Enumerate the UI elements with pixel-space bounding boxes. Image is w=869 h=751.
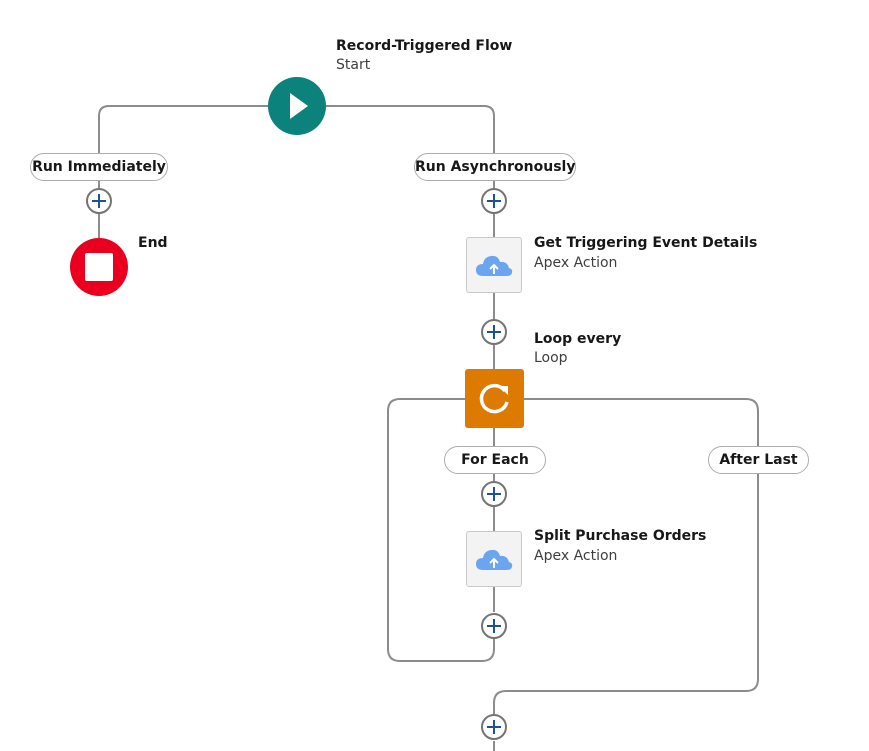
play-icon xyxy=(290,93,308,119)
run-immediately-path-label[interactable]: Run Immediately xyxy=(30,153,168,181)
add-element-button[interactable] xyxy=(481,714,507,740)
start-node-title: Record-Triggered Flow xyxy=(336,38,513,54)
stop-icon xyxy=(85,253,113,281)
add-element-button[interactable] xyxy=(481,188,507,214)
add-element-button[interactable] xyxy=(86,188,112,214)
plus-icon xyxy=(487,325,501,339)
split-purchase-orders-node[interactable] xyxy=(466,531,522,587)
flow-canvas: Record-Triggered Flow Start Run Immediat… xyxy=(0,0,869,751)
plus-icon xyxy=(487,487,501,501)
loop-refresh-icon xyxy=(479,383,509,414)
add-element-button[interactable] xyxy=(481,481,507,507)
get-triggering-event-details-node[interactable] xyxy=(466,237,522,293)
start-node[interactable] xyxy=(268,77,326,135)
connector-lines xyxy=(98,105,759,751)
get-triggering-event-details-subtitle: Apex Action xyxy=(534,255,618,271)
split-purchase-orders-subtitle: Apex Action xyxy=(534,548,618,564)
plus-icon xyxy=(92,194,106,208)
cloud-upload-icon xyxy=(476,549,513,570)
loop-node-subtitle: Loop xyxy=(534,350,568,366)
for-each-path-label[interactable]: For Each xyxy=(444,446,546,474)
run-asynchronously-path-label[interactable]: Run Asynchronously xyxy=(414,153,576,181)
split-purchase-orders-title: Split Purchase Orders xyxy=(534,528,707,544)
loop-node-title: Loop every xyxy=(534,331,622,347)
get-triggering-event-details-title: Get Triggering Event Details xyxy=(534,235,758,251)
add-element-button[interactable] xyxy=(481,613,507,639)
add-element-button[interactable] xyxy=(481,319,507,345)
start-node-subtitle: Start xyxy=(336,57,371,73)
plus-icon xyxy=(487,720,501,734)
plus-icon xyxy=(487,194,501,208)
after-last-path-label[interactable]: After Last xyxy=(708,446,809,474)
end-node-title: End xyxy=(138,235,168,251)
plus-icon xyxy=(487,619,501,633)
cloud-upload-icon xyxy=(476,255,513,276)
loop-node[interactable] xyxy=(465,369,524,428)
end-node[interactable] xyxy=(70,238,128,296)
